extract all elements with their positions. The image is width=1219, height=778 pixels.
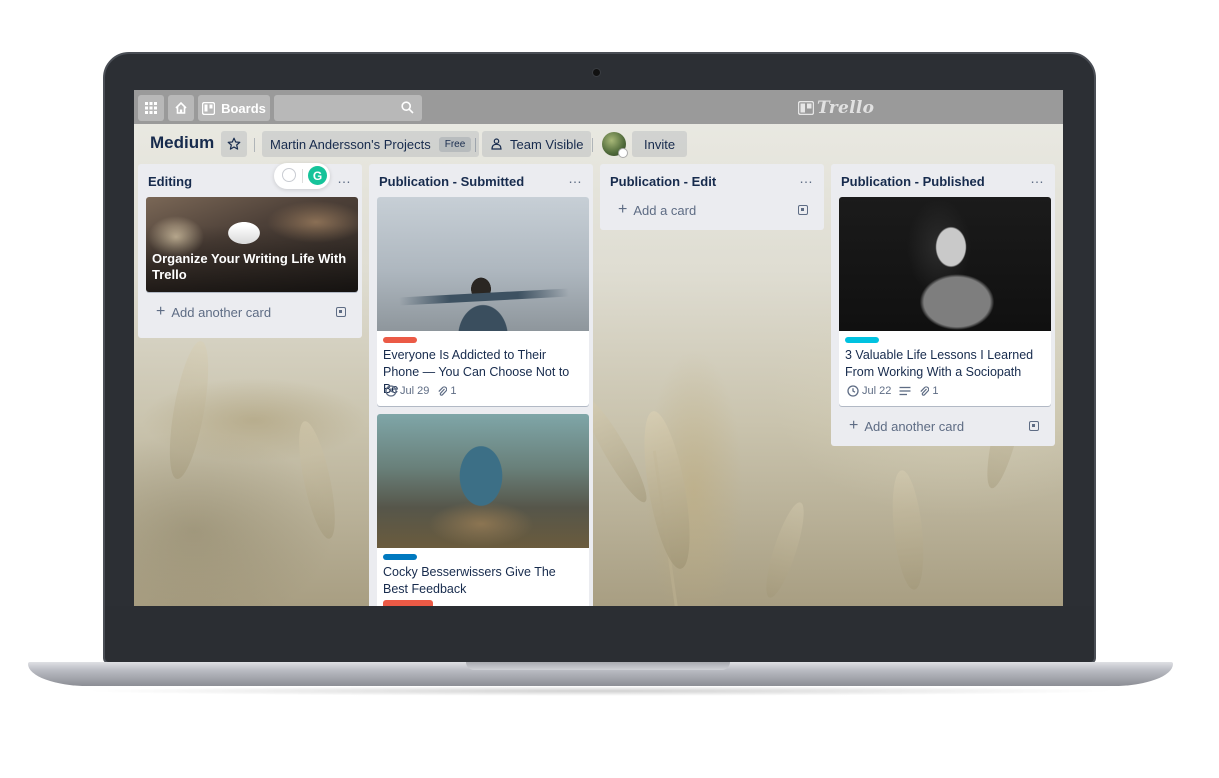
due-date-badge[interactable]: Jul 29 [385, 385, 429, 397]
list-publication-edit: Publication - Edit … + Add a card [600, 164, 824, 230]
list-title[interactable]: Publication - Submitted [379, 174, 524, 189]
card-template-icon[interactable] [798, 205, 808, 215]
add-card-label: Add another card [171, 304, 272, 320]
list-publication-published: Publication - Published … 3 Valuable Lif… [831, 164, 1055, 446]
add-card-button[interactable]: + Add a card [608, 198, 816, 222]
grammarly-widget[interactable]: G [274, 163, 330, 189]
grammarly-icon[interactable]: G [308, 166, 327, 185]
team-icon [491, 138, 502, 150]
trello-logo[interactable]: Trello [798, 98, 874, 118]
attachment-badge: 1 [919, 385, 938, 397]
overdue-badge[interactable] [383, 600, 433, 606]
home-icon [175, 101, 187, 114]
card-template-icon[interactable] [1029, 421, 1039, 431]
card[interactable]: Organize Your Writing Life With Trello [146, 197, 358, 292]
due-date-badge[interactable]: Jul 22 [847, 385, 891, 397]
camera [592, 68, 601, 77]
paperclip-icon [920, 386, 930, 396]
laptop-notch [466, 662, 730, 670]
plus-icon: + [849, 417, 859, 434]
list-title[interactable]: Publication - Edit [610, 174, 716, 189]
invite-label: Invite [644, 136, 676, 152]
search-box[interactable] [274, 95, 422, 121]
card-label[interactable] [383, 554, 417, 560]
list-menu-button[interactable]: … [568, 170, 583, 186]
top-bar: Boards Trello [134, 90, 1063, 124]
visibility-label: Team Visible [510, 136, 584, 152]
background-wheat [759, 499, 811, 601]
star-button[interactable] [221, 131, 247, 157]
trello-logo-text: Trello [817, 98, 875, 118]
board-icon [202, 101, 216, 115]
add-card-label: Add another card [864, 418, 965, 434]
card-title: Organize Your Writing Life With Trello [152, 251, 347, 282]
list-editing: Editing … Organize Your Writing Life Wit… [138, 164, 362, 338]
team-button[interactable]: Martin Andersson's Projects Free [262, 131, 480, 157]
card[interactable]: Cocky Besserwissers Give The Best Feedba… [377, 414, 589, 606]
attachment-count: 1 [932, 385, 939, 397]
board-header: Medium Martin Andersson's Projects Free … [134, 128, 1063, 160]
boards-button[interactable]: Boards [198, 95, 270, 121]
list-menu-button[interactable]: … [799, 170, 814, 186]
header-divider [475, 138, 476, 152]
card[interactable]: 3 Valuable Life Lessons I Learned From W… [839, 197, 1051, 406]
home-button[interactable] [168, 95, 194, 121]
card[interactable]: Everyone Is Addicted to Their Phone — Yo… [377, 197, 589, 406]
add-card-button[interactable]: + Add another card [146, 300, 354, 324]
invite-button[interactable]: Invite [632, 131, 688, 157]
card-title: 3 Valuable Life Lessons I Learned From W… [845, 348, 1034, 379]
list-title[interactable]: Editing [148, 174, 192, 189]
card-label[interactable] [383, 337, 417, 343]
due-date: Jul 29 [400, 385, 430, 397]
list-menu-button[interactable]: … [1030, 170, 1045, 186]
description-icon [899, 386, 911, 396]
apps-button[interactable] [138, 95, 164, 121]
widget-divider [302, 169, 303, 183]
team-name: Martin Andersson's Projects [270, 136, 431, 152]
add-card-label: Add a card [633, 202, 697, 218]
screen: Boards Trello Medium Martin Andersson's … [134, 90, 1063, 606]
attachment-count: 1 [450, 385, 457, 397]
header-divider [592, 138, 593, 152]
paperclip-icon [438, 386, 448, 396]
trello-logo-icon [798, 101, 814, 115]
plan-badge: Free [438, 136, 472, 152]
board-title[interactable]: Medium [150, 133, 214, 153]
card-cover-image [377, 197, 589, 331]
add-card-button[interactable]: + Add another card [839, 414, 1047, 438]
search-icon[interactable] [401, 101, 414, 114]
background-wheat [291, 418, 343, 542]
grid-icon [145, 102, 157, 114]
star-icon [227, 137, 241, 150]
plus-icon: + [618, 201, 628, 218]
card-template-icon[interactable] [336, 307, 346, 317]
search-input[interactable] [274, 95, 394, 121]
list-menu-button[interactable]: … [337, 170, 352, 186]
card-cover-image [839, 197, 1051, 331]
header-divider [254, 138, 255, 152]
clock-icon [385, 385, 397, 397]
description-badge [899, 386, 911, 396]
boards-label: Boards [221, 100, 266, 116]
card-title: Cocky Besserwissers Give The Best Feedba… [383, 565, 556, 596]
card-badges: Jul 22 1 [847, 385, 938, 397]
attachment-badge: 1 [437, 385, 456, 397]
laptop-chin [105, 606, 1094, 662]
list-publication-submitted: Publication - Submitted … Everyone Is Ad… [369, 164, 593, 606]
card-cover-image [377, 414, 589, 548]
admin-badge-icon [618, 148, 628, 158]
card-label[interactable] [845, 337, 879, 343]
due-date: Jul 22 [862, 385, 892, 397]
card-badges: Jul 29 1 [385, 385, 456, 397]
visibility-button[interactable]: Team Visible [482, 131, 592, 157]
list-title[interactable]: Publication - Published [841, 174, 985, 189]
power-icon[interactable] [282, 168, 296, 182]
clock-icon [847, 385, 859, 397]
background-wheat [162, 338, 216, 482]
plus-icon: + [156, 303, 166, 320]
laptop-shadow [80, 686, 1120, 696]
background-wheat [887, 468, 929, 592]
